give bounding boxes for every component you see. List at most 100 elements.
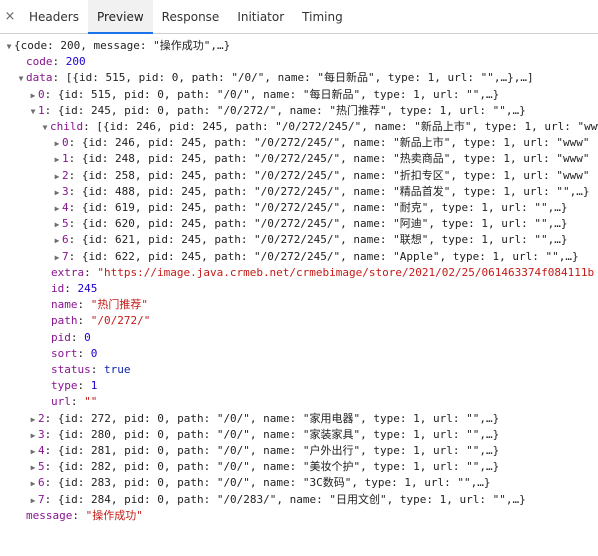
prop-value: "操作成功": [85, 508, 143, 522]
root-summary: {code: 200, message: "操作成功",…}: [14, 39, 231, 52]
expand-triangle-closed-icon[interactable]: ▶: [52, 152, 62, 167]
tab-initiator[interactable]: Initiator: [228, 0, 293, 33]
tab-response[interactable]: Response: [153, 0, 229, 33]
expand-triangle-closed-icon[interactable]: ▶: [52, 201, 62, 216]
item-prop: name: "热门推荐": [0, 297, 598, 313]
tab-preview[interactable]: Preview: [87, 0, 153, 34]
expand-triangle-closed-icon[interactable]: ▶: [52, 169, 62, 184]
item-index: 7: [62, 249, 69, 263]
prop-value: "": [84, 395, 98, 409]
item-prop: id: 245: [0, 281, 598, 297]
expand-triangle-closed-icon[interactable]: ▶: [28, 412, 38, 427]
child-item[interactable]: ▶ 2: {id: 258, pid: 245, path: "/0/272/24…: [0, 168, 598, 184]
child-item[interactable]: ▶ 7: {id: 622, pid: 245, path: "/0/272/24…: [0, 249, 598, 265]
expand-triangle-closed-icon[interactable]: ▶: [28, 460, 38, 475]
prop-key: pid: [51, 330, 71, 344]
prop-value: "https://image.java.crmeb.net/crmebimage…: [97, 265, 595, 279]
item-summary: {id: 280, pid: 0, path: "/0/", name: "家装…: [57, 427, 500, 441]
expand-triangle-open-icon[interactable]: ▼: [40, 120, 50, 135]
expand-triangle-closed-icon[interactable]: ▶: [52, 185, 62, 200]
child-item[interactable]: ▶ 5: {id: 620, pid: 245, path: "/0/272/24…: [0, 216, 598, 232]
prop-key: sort: [51, 346, 78, 360]
punct: :: [52, 71, 66, 85]
devtools-tabbar: × Headers Preview Response Initiator Tim…: [0, 0, 598, 34]
punct: :: [44, 444, 58, 457]
punct: :: [77, 379, 91, 393]
punct: :: [68, 249, 82, 263]
punct: :: [68, 184, 82, 198]
child-item[interactable]: ▶ 3: {id: 488, pid: 245, path: "/0/272/24…: [0, 184, 598, 200]
prop-key: code: [26, 55, 53, 69]
item-index: 0: [38, 87, 45, 101]
punct: :: [68, 217, 82, 231]
tab-timing[interactable]: Timing: [293, 0, 352, 33]
close-icon[interactable]: ×: [0, 0, 20, 33]
child-item[interactable]: ▶ 4: {id: 619, pid: 245, path: "/0/272/24…: [0, 200, 598, 216]
item-prop: path: "/0/272/": [0, 313, 598, 329]
data-item[interactable]: ▶ 6: {id: 283, pid: 0, path: "/0/", name:…: [0, 475, 598, 491]
data-item[interactable]: ▶ 5: {id: 282, pid: 0, path: "/0/", name:…: [0, 459, 598, 475]
prop-value: "/0/272/": [90, 314, 151, 328]
expand-triangle-closed-icon[interactable]: ▶: [28, 444, 38, 459]
item-index: 6: [38, 476, 45, 490]
punct: :: [44, 492, 58, 506]
item-summary: {id: 246, pid: 245, path: "/0/272/245/",…: [81, 136, 590, 150]
punct: :: [68, 136, 82, 150]
data-item[interactable]: ▼ 1: {id: 245, pid: 0, path: "/0/272/", n…: [0, 103, 598, 119]
child-item[interactable]: ▶ 6: {id: 621, pid: 245, path: "/0/272/24…: [0, 232, 598, 248]
prop-key: path: [51, 314, 78, 328]
array-summary: [{id: 515, pid: 0, path: "/0/", name: "每…: [65, 71, 534, 85]
expand-triangle-closed-icon[interactable]: ▶: [28, 88, 38, 103]
code-prop: code: 200: [0, 54, 598, 70]
prop-key: extra: [51, 265, 85, 279]
prop-value: 245: [77, 282, 98, 295]
prop-value: "热门推荐": [90, 298, 148, 312]
prop-key: name: [51, 298, 78, 312]
item-summary: {id: 622, pid: 245, path: "/0/272/245/",…: [81, 249, 579, 263]
child-node[interactable]: ▼ child: [{id: 246, pid: 245, path: "/0/2…: [0, 119, 598, 135]
root-node[interactable]: ▼ {code: 200, message: "操作成功",…}: [0, 38, 598, 54]
child-item[interactable]: ▶ 0: {id: 246, pid: 245, path: "/0/272/24…: [0, 135, 598, 151]
expand-triangle-open-icon[interactable]: ▼: [16, 71, 26, 86]
data-node[interactable]: ▼ data: [{id: 515, pid: 0, path: "/0/", n…: [0, 70, 598, 86]
item-summary: {id: 620, pid: 245, path: "/0/272/245/",…: [81, 217, 568, 231]
punct: :: [90, 363, 104, 376]
expand-triangle-closed-icon[interactable]: ▶: [28, 476, 38, 491]
prop-key: message: [26, 508, 73, 522]
expand-triangle-closed-icon[interactable]: ▶: [52, 233, 62, 248]
data-item[interactable]: ▶ 2: {id: 272, pid: 0, path: "/0/", name:…: [0, 411, 598, 427]
item-prop: sort: 0: [0, 346, 598, 362]
item-prop: status: true: [0, 362, 598, 378]
expand-triangle-closed-icon[interactable]: ▶: [28, 493, 38, 508]
data-item[interactable]: ▶ 0: {id: 515, pid: 0, path: "/0/", name:…: [0, 87, 598, 103]
message-prop: message: "操作成功": [0, 508, 598, 524]
item-summary: {id: 272, pid: 0, path: "/0/", name: "家用…: [57, 411, 500, 425]
array-summary: [{id: 246, pid: 245, path: "/0/272/245/"…: [96, 120, 598, 133]
expand-triangle-open-icon[interactable]: ▼: [28, 104, 38, 119]
item-prop: url: "": [0, 394, 598, 410]
item-summary: {id: 258, pid: 245, path: "/0/272/245/",…: [81, 168, 590, 182]
tab-headers[interactable]: Headers: [20, 0, 88, 33]
data-item[interactable]: ▶ 4: {id: 281, pid: 0, path: "/0/", name:…: [0, 443, 598, 459]
item-index: 4: [62, 201, 69, 214]
punct: :: [44, 427, 58, 441]
expand-triangle-open-icon[interactable]: ▼: [4, 39, 14, 54]
item-index: 7: [38, 492, 45, 506]
expand-triangle-closed-icon[interactable]: ▶: [52, 136, 62, 151]
item-index: 2: [62, 168, 69, 182]
punct: :: [44, 103, 58, 117]
child-item[interactable]: ▶ 1: {id: 248, pid: 245, path: "/0/272/24…: [0, 151, 598, 167]
expand-triangle-closed-icon[interactable]: ▶: [52, 217, 62, 232]
data-item[interactable]: ▶ 7: {id: 284, pid: 0, path: "/0/283/", n…: [0, 492, 598, 508]
prop-value: true: [104, 363, 131, 376]
item-summary: {id: 284, pid: 0, path: "/0/283/", name:…: [57, 492, 526, 506]
data-item[interactable]: ▶ 3: {id: 280, pid: 0, path: "/0/", name:…: [0, 427, 598, 443]
expand-triangle-closed-icon[interactable]: ▶: [52, 250, 62, 265]
item-summary: {id: 488, pid: 245, path: "/0/272/245/",…: [81, 184, 590, 198]
punct: :: [44, 87, 58, 101]
item-summary: {id: 619, pid: 245, path: "/0/272/245/",…: [81, 201, 568, 214]
punct: :: [68, 233, 82, 247]
item-index: 5: [38, 460, 45, 474]
expand-triangle-closed-icon[interactable]: ▶: [28, 428, 38, 443]
punct: :: [72, 508, 86, 522]
